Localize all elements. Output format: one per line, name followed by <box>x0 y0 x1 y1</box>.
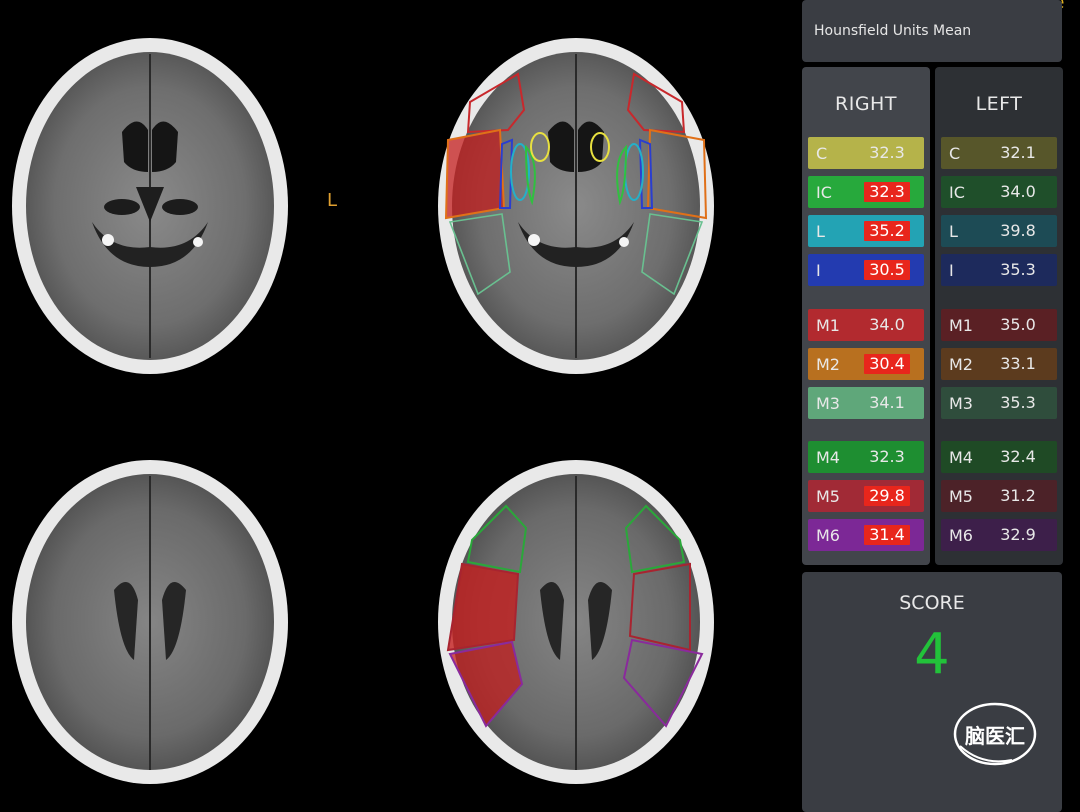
left-row-c[interactable]: C 32.1 <box>941 137 1057 169</box>
right-row-m1[interactable]: M1 34.0 <box>808 309 924 341</box>
score-label: SCORE <box>899 592 965 614</box>
right-row-value: 32.3 <box>869 143 905 162</box>
left-row-m6[interactable]: M6 32.9 <box>941 519 1057 551</box>
region-m2-right <box>444 128 506 220</box>
right-row-ic[interactable]: IC 32.3 <box>808 176 924 208</box>
left-row-m3[interactable]: M3 35.3 <box>941 387 1057 419</box>
right-row-label: M3 <box>816 393 840 413</box>
ct-scan-upper-plain[interactable] <box>2 22 298 384</box>
left-row-label: M6 <box>949 525 973 545</box>
left-row-value: 32.9 <box>1000 525 1036 544</box>
left-row-ic[interactable]: IC 34.0 <box>941 176 1057 208</box>
brainmed-logo: 脑医汇 <box>952 700 1038 770</box>
left-row-value: 35.0 <box>1000 315 1036 334</box>
left-row-label: C <box>949 143 961 163</box>
right-row-m4[interactable]: M4 32.3 <box>808 441 924 473</box>
left-row-value: 34.0 <box>1000 182 1036 201</box>
right-row-m3[interactable]: M3 34.1 <box>808 387 924 419</box>
left-row-value: 35.3 <box>1000 393 1036 412</box>
hounsfield-title-panel: Hounsfield Units Mean <box>802 0 1062 62</box>
right-row-value: 30.5 <box>864 260 910 280</box>
ct-viewer[interactable]: L <box>0 0 800 812</box>
right-row-value: 31.4 <box>864 525 910 545</box>
right-row-label: I <box>816 260 821 280</box>
right-row-l[interactable]: L 35.2 <box>808 215 924 247</box>
left-row-i[interactable]: I 35.3 <box>941 254 1057 286</box>
right-row-value: 35.2 <box>864 221 910 241</box>
right-row-m6[interactable]: M6 31.4 <box>808 519 924 551</box>
right-hemisphere-column: RIGHT C 32.3 IC 32.3 L 35.2 I 30.5 M1 34.0 M2 30.4 M… <box>802 67 930 565</box>
left-row-m4[interactable]: M4 32.4 <box>941 441 1057 473</box>
left-row-label: M1 <box>949 315 973 335</box>
left-row-value: 39.8 <box>1000 221 1036 240</box>
left-row-m2[interactable]: M2 33.1 <box>941 348 1057 380</box>
right-row-m5[interactable]: M5 29.8 <box>808 480 924 512</box>
left-row-value: 32.4 <box>1000 447 1036 466</box>
ct-scan-lower-plain[interactable] <box>2 450 298 796</box>
right-row-value: 34.0 <box>869 315 905 334</box>
right-row-label: M4 <box>816 447 840 467</box>
left-row-label: M4 <box>949 447 973 467</box>
right-column-header: RIGHT <box>835 93 897 115</box>
left-row-l[interactable]: L 39.8 <box>941 215 1057 247</box>
right-row-value: 29.8 <box>864 486 910 506</box>
logo-text: 脑医汇 <box>965 724 1025 748</box>
score-value: 4 <box>914 622 950 687</box>
right-row-label: L <box>816 221 825 241</box>
left-row-value: 31.2 <box>1000 486 1036 505</box>
left-row-value: 33.1 <box>1000 354 1036 373</box>
left-row-label: IC <box>949 182 965 202</box>
left-row-value: 35.3 <box>1000 260 1036 279</box>
panel-title: Hounsfield Units Mean <box>814 23 972 39</box>
right-row-value: 32.3 <box>864 182 910 202</box>
left-column-header: LEFT <box>975 93 1023 115</box>
right-row-label: C <box>816 143 828 163</box>
right-row-label: M2 <box>816 354 840 374</box>
right-row-m2[interactable]: M2 30.4 <box>808 348 924 380</box>
left-row-label: L <box>949 221 958 241</box>
score-panel: SCORE 4 脑医汇 <box>802 572 1062 812</box>
ct-scan-upper-annotated[interactable] <box>428 22 724 384</box>
right-row-value: 30.4 <box>864 354 910 374</box>
left-hemisphere-column: LEFT C 32.1 IC 34.0 L 39.8 I 35.3 M1 35.0 M2 33.1 M3… <box>935 67 1063 565</box>
left-row-label: I <box>949 260 954 280</box>
left-row-label: M5 <box>949 486 973 506</box>
right-row-i[interactable]: I 30.5 <box>808 254 924 286</box>
left-row-value: 32.1 <box>1000 143 1036 162</box>
left-row-m5[interactable]: M5 31.2 <box>941 480 1057 512</box>
right-row-label: M1 <box>816 315 840 335</box>
left-row-label: M2 <box>949 354 973 374</box>
left-row-label: M3 <box>949 393 973 413</box>
ct-scan-lower-annotated[interactable] <box>428 450 724 796</box>
right-row-value: 34.1 <box>869 393 905 412</box>
right-row-label: M5 <box>816 486 840 506</box>
right-row-value: 32.3 <box>869 447 905 466</box>
orientation-marker-left: L <box>327 190 338 211</box>
right-row-label: IC <box>816 182 832 202</box>
right-row-label: M6 <box>816 525 840 545</box>
left-row-m1[interactable]: M1 35.0 <box>941 309 1057 341</box>
right-row-c[interactable]: C 32.3 <box>808 137 924 169</box>
